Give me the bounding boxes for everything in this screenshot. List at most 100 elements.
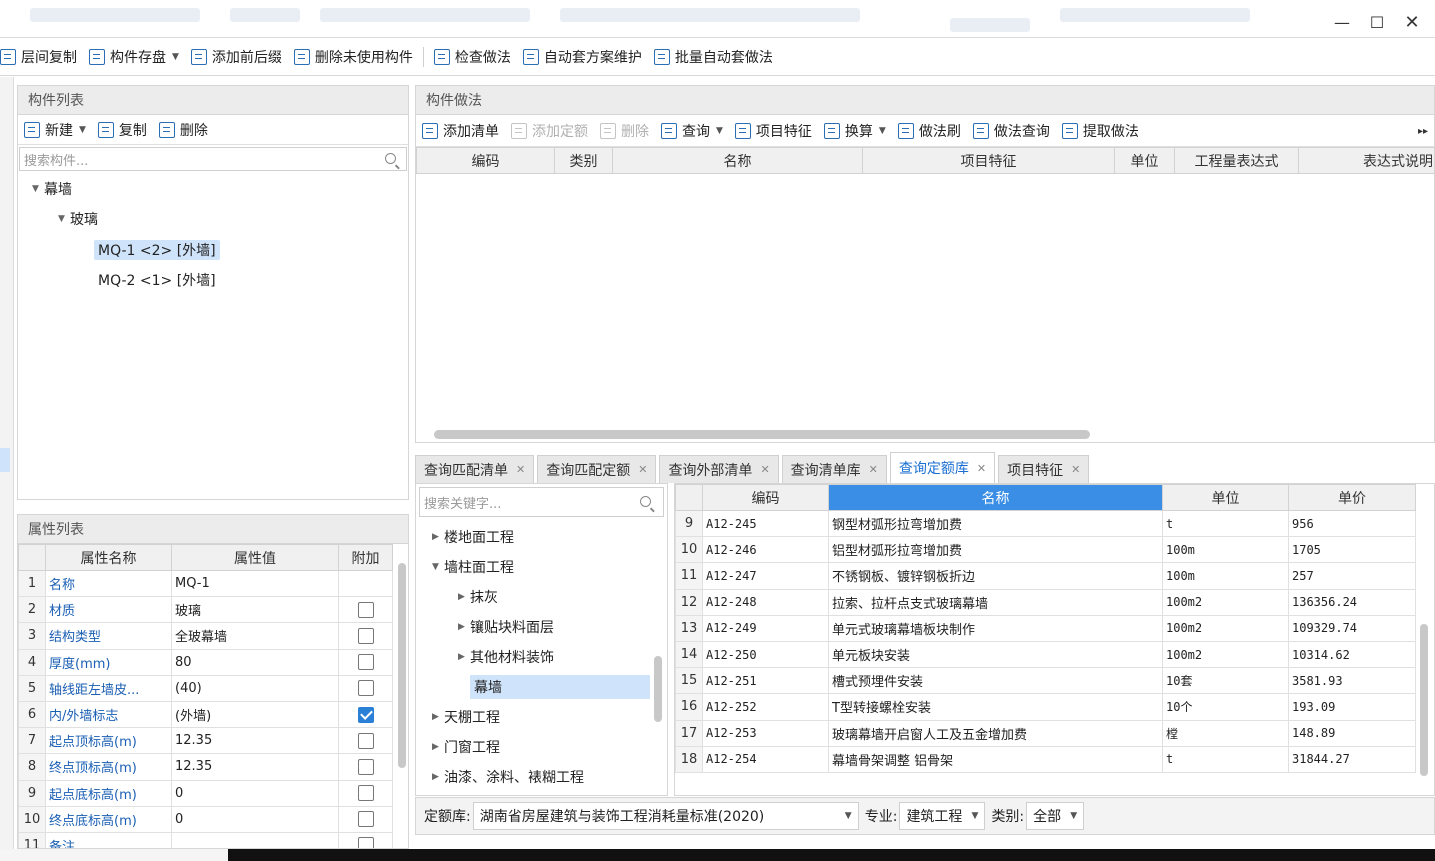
delete-method-button[interactable]: 删除 bbox=[594, 121, 655, 141]
quota-price-header[interactable]: 单价 bbox=[1288, 484, 1416, 511]
property-value[interactable]: 全玻幕墙 bbox=[171, 622, 339, 650]
tab-close-icon[interactable]: ✕ bbox=[1071, 463, 1080, 476]
quota-row[interactable]: 9 A12-245 钢型材弧形拉弯增加费 t 956 bbox=[675, 509, 1416, 538]
extra-checkbox[interactable] bbox=[357, 680, 374, 697]
quota-row[interactable]: 10 A12-246 铝型材弧形拉弯增加费 100m 1705 bbox=[675, 536, 1416, 564]
query-tab[interactable]: 查询匹配定额 ✕ bbox=[537, 455, 657, 483]
extra-checkbox[interactable] bbox=[357, 758, 374, 775]
property-row[interactable]: 8 终点顶标高(m) 12.35 bbox=[18, 753, 393, 781]
property-row[interactable]: 6 内/外墙标志 (外墙) bbox=[18, 700, 393, 729]
category-tree-item[interactable]: 幕墙 bbox=[458, 674, 650, 700]
property-value[interactable]: 80 bbox=[171, 648, 339, 676]
property-row[interactable]: 10 终点底标高(m) 0 bbox=[18, 805, 393, 833]
property-value[interactable]: 12.35 bbox=[171, 753, 339, 781]
extra-checkbox[interactable] bbox=[357, 601, 374, 618]
category-tree-item[interactable]: ▶ 天棚工程 bbox=[432, 704, 500, 730]
property-row[interactable]: 2 材质 玻璃 bbox=[18, 596, 393, 624]
quota-row[interactable]: 17 A12-253 玻璃幕墙开启窗人工及五金增加费樘 148.89 bbox=[675, 719, 1416, 747]
extra-checkbox[interactable] bbox=[357, 785, 374, 802]
delete-unused-button[interactable]: 删除未使用构件 bbox=[288, 43, 419, 71]
extra-checkbox[interactable] bbox=[357, 811, 374, 828]
quota-row[interactable]: 13 A12-249 单元式玻璃幕墙板块制作 100m2 109329.74 bbox=[675, 614, 1416, 642]
close-icon[interactable]: ✕ bbox=[1400, 10, 1424, 34]
tree-node-glass[interactable]: ▼ 玻璃 bbox=[58, 206, 98, 232]
quota-row[interactable]: 16 A12-252 T型转接螺栓安装 10个 193.09 bbox=[675, 693, 1416, 721]
category-tree-item[interactable]: ▼ 墙柱面工程 bbox=[432, 554, 514, 580]
keyword-search-input[interactable]: 搜索关键字... bbox=[419, 487, 664, 517]
property-row[interactable]: 7 起点顶标高(m) 12.35 bbox=[18, 727, 393, 755]
method-column-header[interactable]: 工程量表达式 bbox=[1174, 147, 1299, 174]
property-row[interactable]: 3 结构类型 全玻幕墙 bbox=[18, 622, 393, 650]
query-tab[interactable]: 查询匹配清单 ✕ bbox=[415, 455, 535, 483]
more-icon[interactable]: ▸▸ bbox=[1418, 126, 1428, 137]
check-method-button[interactable]: 检查做法 bbox=[428, 43, 517, 71]
property-value[interactable]: (外墙) bbox=[171, 700, 339, 729]
minimize-icon[interactable]: — bbox=[1330, 10, 1354, 34]
library-dropdown[interactable]: 湖南省房屋建筑与装饰工程消耗量标准(2020) ▼ bbox=[472, 802, 859, 830]
quota-row[interactable]: 18 A12-254 幕墙骨架调整 铝骨架 t 31844.27 bbox=[675, 745, 1416, 773]
query-tab[interactable]: 查询外部清单 ✕ bbox=[659, 455, 779, 483]
auto-scheme-button[interactable]: 自动套方案维护 bbox=[517, 43, 648, 71]
category-tree-item[interactable]: ▶ 油漆、涂料、裱糊工程 bbox=[432, 764, 584, 790]
extra-checkbox[interactable] bbox=[357, 706, 374, 723]
property-row[interactable]: 4 厚度(mm) 80 bbox=[18, 648, 393, 676]
query-tab[interactable]: 项目特征 ✕ bbox=[998, 455, 1090, 483]
copy-component-button[interactable]: 复制 bbox=[92, 120, 153, 140]
project-feature-button[interactable]: 项目特征 bbox=[729, 121, 818, 141]
add-list-button[interactable]: 添加清单 bbox=[416, 121, 505, 141]
query-tab[interactable]: 查询清单库 ✕ bbox=[781, 455, 887, 483]
method-column-header[interactable]: 类别 bbox=[554, 147, 613, 174]
method-column-header[interactable]: 编码 bbox=[416, 147, 555, 174]
floor-copy-button[interactable]: 层间复制 bbox=[0, 43, 83, 71]
add-quota-button[interactable]: 添加定额 bbox=[505, 121, 594, 141]
maximize-icon[interactable]: ☐ bbox=[1365, 10, 1389, 34]
method-column-header[interactable]: 名称 bbox=[612, 147, 863, 174]
new-component-button[interactable]: 新建 ▼ bbox=[18, 120, 92, 140]
method-brush-button[interactable]: 做法刷 bbox=[892, 121, 967, 141]
property-value[interactable]: 12.35 bbox=[171, 727, 339, 755]
category-tree-item[interactable]: ▶ 抹灰 bbox=[458, 584, 498, 610]
specialty-dropdown[interactable]: 建筑工程 ▼ bbox=[899, 802, 986, 830]
property-value[interactable]: 0 bbox=[171, 779, 339, 807]
tab-close-icon[interactable]: ✕ bbox=[760, 463, 769, 476]
quota-name-header[interactable]: 名称 bbox=[828, 484, 1163, 511]
add-prefix-suffix-button[interactable]: 添加前后缀 bbox=[185, 43, 288, 71]
property-row[interactable]: 5 轴线距左墙皮... (40) bbox=[18, 674, 393, 702]
query-button[interactable]: 查询 ▼ bbox=[655, 121, 729, 141]
quota-row[interactable]: 12 A12-248 拉索、拉杆点支式玻璃幕墙 100m2 136356.24 bbox=[675, 588, 1416, 616]
property-value[interactable] bbox=[171, 831, 339, 848]
extra-checkbox[interactable] bbox=[357, 654, 374, 671]
property-row[interactable]: 9 起点底标高(m) 0 bbox=[18, 779, 393, 807]
method-query-button[interactable]: 做法查询 bbox=[967, 121, 1056, 141]
tree-node-curtain-wall[interactable]: ▼ 幕墙 bbox=[32, 176, 72, 202]
category-tree-item[interactable]: ▶ 镶贴块料面层 bbox=[458, 614, 554, 640]
convert-button[interactable]: 换算 ▼ bbox=[818, 121, 892, 141]
property-value[interactable]: 玻璃 bbox=[171, 596, 339, 624]
quota-scrollbar[interactable] bbox=[1420, 624, 1428, 776]
quota-code-header[interactable]: 编码 bbox=[702, 484, 829, 511]
tab-close-icon[interactable]: ✕ bbox=[869, 463, 878, 476]
extra-checkbox[interactable] bbox=[357, 627, 374, 644]
tree-item-mq2[interactable]: MQ-2 <1> [外墙] bbox=[98, 267, 216, 293]
category-tree-item[interactable]: ▶ 其他材料装饰 bbox=[458, 644, 554, 670]
tab-close-icon[interactable]: ✕ bbox=[638, 463, 647, 476]
query-tab[interactable]: 查询定额库 ✕ bbox=[889, 452, 996, 483]
property-row[interactable]: 11 备注 bbox=[18, 831, 393, 848]
property-row[interactable]: 1 名称 MQ-1 bbox=[18, 569, 393, 598]
tab-close-icon[interactable]: ✕ bbox=[516, 463, 525, 476]
quota-row[interactable]: 14 A12-250 单元板块安装 100m2 10314.62 bbox=[675, 640, 1416, 669]
category-tree-item[interactable]: ▶ 门窗工程 bbox=[432, 734, 500, 760]
extract-method-button[interactable]: 提取做法 bbox=[1056, 121, 1145, 141]
component-search-input[interactable]: 搜索构件... bbox=[19, 147, 407, 171]
delete-component-button[interactable]: 删除 bbox=[153, 120, 214, 140]
extra-checkbox[interactable] bbox=[357, 837, 374, 848]
tab-close-icon[interactable]: ✕ bbox=[977, 462, 986, 475]
tree-item-mq1[interactable]: MQ-1 <2> [外墙] bbox=[94, 237, 220, 263]
method-column-header[interactable]: 表达式说明 bbox=[1298, 147, 1435, 174]
method-column-header[interactable]: 单位 bbox=[1114, 147, 1175, 174]
property-value[interactable]: MQ-1 bbox=[171, 569, 339, 598]
property-value[interactable]: 0 bbox=[171, 805, 339, 833]
method-column-header[interactable]: 项目特征 bbox=[862, 147, 1115, 174]
category-scrollbar[interactable] bbox=[654, 656, 662, 722]
quota-row[interactable]: 11 A12-247 不锈钢板、镀锌钢板折边 100m 257 bbox=[675, 562, 1416, 590]
